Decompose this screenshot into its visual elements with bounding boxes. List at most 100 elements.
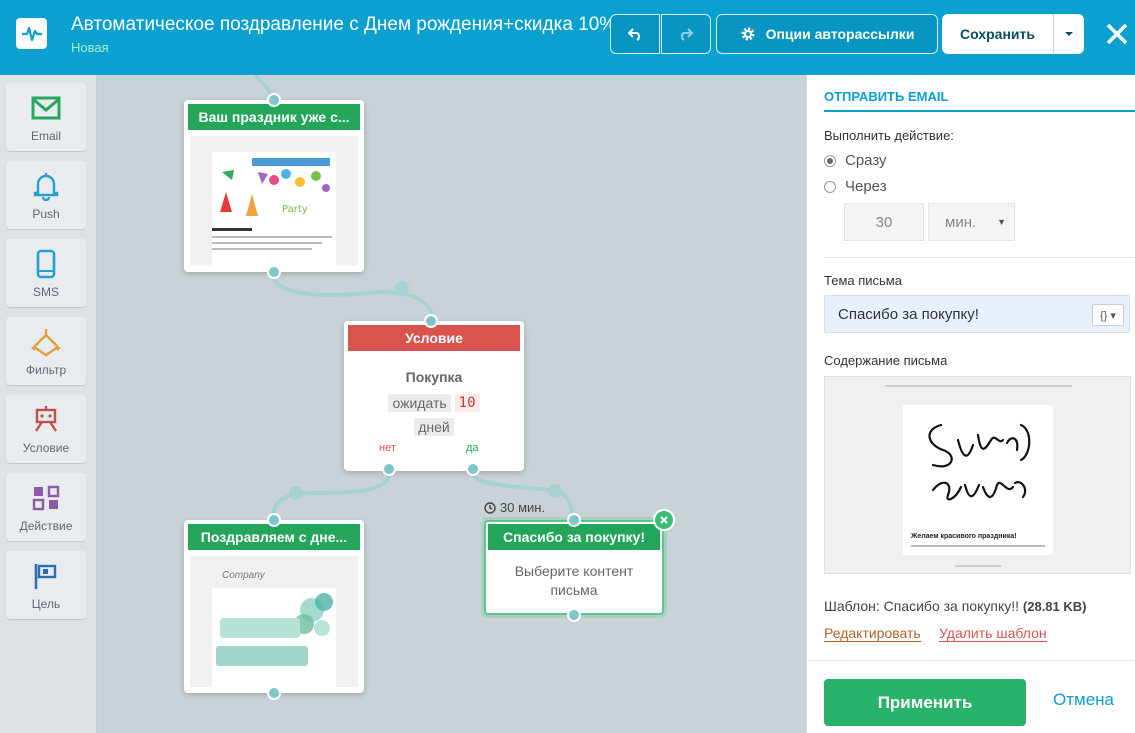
edit-template-link[interactable]: Редактировать bbox=[824, 625, 921, 642]
node-1-input-port[interactable] bbox=[267, 93, 281, 107]
tool-condition[interactable]: Условие bbox=[6, 395, 86, 463]
condition-yes-port[interactable] bbox=[466, 462, 480, 476]
delay-unit-select[interactable]: мин. ▼ bbox=[928, 203, 1015, 241]
email-content-preview[interactable]: Желаем красивого праздника! bbox=[824, 376, 1131, 574]
clock-icon bbox=[484, 501, 496, 514]
tool-filter[interactable]: Фильтр bbox=[6, 317, 86, 385]
options-button[interactable]: Опции авторассылки bbox=[716, 14, 938, 54]
condition-no-label: нет bbox=[379, 442, 396, 454]
node-3-delay-label: 30 мин. bbox=[500, 500, 546, 515]
email-node-1[interactable]: Ваш праздник уже с... Party bbox=[184, 93, 364, 279]
tool-action[interactable]: Действие bbox=[6, 473, 86, 541]
email-node-1-thumbnail: Party bbox=[190, 136, 358, 266]
radio-now[interactable]: Сразу bbox=[824, 152, 887, 169]
email-node-3-selected[interactable]: Спасибо за покупку! Выберите контент пис… bbox=[484, 509, 675, 622]
node-2-input-port[interactable] bbox=[267, 513, 281, 527]
tool-filter-label: Фильтр bbox=[25, 363, 67, 377]
delay-value-input[interactable]: 30 bbox=[844, 203, 924, 241]
tool-sms[interactable]: SMS bbox=[6, 239, 86, 307]
tool-push-label: Push bbox=[32, 207, 60, 221]
filter-icon bbox=[31, 329, 61, 357]
tool-email-label: Email bbox=[30, 129, 61, 143]
subject-input[interactable]: Спасибо за покупку! {} ▾ bbox=[824, 295, 1130, 333]
apply-button[interactable]: Применить bbox=[824, 679, 1026, 726]
panel-title-underline bbox=[824, 110, 1135, 112]
email-node-3-placeholder: Выберите контент письма bbox=[514, 563, 634, 598]
close-icon bbox=[660, 516, 668, 524]
node-3-delay: 30 мин. bbox=[484, 500, 545, 515]
undo-icon bbox=[627, 28, 641, 41]
panel-title: ОТПРАВИТЬ EMAIL bbox=[824, 89, 949, 104]
preview-card: Желаем красивого праздника! bbox=[903, 405, 1053, 555]
tool-push[interactable]: Push bbox=[6, 161, 86, 229]
email-node-2-title: Поздравляем с дне... bbox=[188, 524, 360, 550]
tool-sms-label: SMS bbox=[32, 285, 59, 299]
options-label: Опции авторассылки bbox=[765, 26, 915, 42]
node-3-output-port[interactable] bbox=[567, 608, 581, 622]
tool-action-label: Действие bbox=[19, 519, 73, 533]
condition-wait-row: ожидать 10 bbox=[344, 394, 524, 412]
tool-condition-label: Условие bbox=[22, 441, 70, 455]
email-node-3-title: Спасибо за покупку! bbox=[488, 524, 660, 550]
condition-no-port[interactable] bbox=[382, 462, 396, 476]
tool-goal[interactable]: Цель bbox=[6, 551, 86, 619]
content-label: Содержание письма bbox=[824, 353, 948, 368]
node-2-output-port[interactable] bbox=[267, 686, 281, 700]
node-3-remove-button[interactable] bbox=[653, 509, 675, 531]
settings-panel: ОТПРАВИТЬ EMAIL Выполнить действие: Сраз… bbox=[806, 75, 1135, 733]
condition-input-port[interactable] bbox=[424, 314, 438, 328]
action-icon bbox=[32, 485, 60, 511]
radio-after[interactable]: Через bbox=[824, 178, 887, 195]
template-info: Шаблон: Спасибо за покупку!! (28.81 KB) bbox=[824, 598, 1086, 614]
node-1-output-port[interactable] bbox=[267, 265, 281, 279]
thank-you-handwriting-illustration bbox=[928, 423, 1031, 501]
tool-email[interactable]: Email bbox=[6, 83, 86, 151]
radio-now-dot[interactable] bbox=[824, 154, 836, 167]
chevron-down-icon: ▼ bbox=[997, 217, 1006, 227]
cancel-button[interactable]: Отмена bbox=[1053, 690, 1114, 710]
page-title[interactable]: Автоматическое поздравление с Днем рожде… bbox=[71, 14, 616, 36]
save-dropdown-button[interactable] bbox=[1053, 14, 1084, 54]
thumbnail-content bbox=[212, 588, 336, 687]
bell-icon bbox=[33, 173, 59, 201]
preview-footer-line bbox=[955, 565, 1001, 567]
condition-event: Покупка bbox=[405, 369, 463, 385]
condition-wait-label: ожидать bbox=[388, 394, 451, 412]
template-name: Шаблон: Спасибо за покупку!! bbox=[824, 598, 1020, 614]
app-logo-icon[interactable] bbox=[16, 18, 47, 49]
gear-icon bbox=[741, 27, 755, 41]
condition-node[interactable]: Условие Покупка ожидать 10 дней нет да bbox=[344, 314, 524, 476]
party-illustration: Party bbox=[212, 158, 332, 250]
envelope-icon bbox=[31, 96, 61, 120]
condition-yes-label: да bbox=[466, 442, 479, 454]
delete-template-link[interactable]: Удалить шаблон bbox=[939, 625, 1047, 642]
radio-after-dot[interactable] bbox=[824, 180, 836, 193]
thumbnail-company-label: Company bbox=[222, 570, 265, 581]
condition-unit-row: дней bbox=[344, 418, 524, 436]
happy-birthday-illustration bbox=[216, 593, 333, 666]
undo-button[interactable] bbox=[610, 14, 660, 54]
svg-text:Party: Party bbox=[282, 204, 308, 215]
close-icon[interactable] bbox=[1101, 18, 1133, 50]
preview-header-line bbox=[885, 385, 1072, 387]
divider bbox=[824, 257, 1135, 258]
phone-icon bbox=[36, 249, 56, 279]
radio-after-label: Через bbox=[845, 178, 887, 195]
email-node-2-thumbnail: Company bbox=[190, 556, 358, 687]
condition-node-title: Условие bbox=[348, 325, 520, 351]
radio-now-label: Сразу bbox=[845, 152, 887, 169]
node-3-input-port[interactable] bbox=[567, 513, 581, 527]
header-bar: Автоматическое поздравление с Днем рожде… bbox=[0, 0, 1135, 75]
template-size: (28.81 KB) bbox=[1022, 599, 1087, 614]
tool-palette: Email Push SMS Фильтр Условие Действие Ц… bbox=[0, 75, 97, 733]
condition-unit: дней bbox=[414, 418, 454, 436]
save-button[interactable]: Сохранить bbox=[942, 14, 1053, 54]
insert-variable-button[interactable]: {} ▾ bbox=[1092, 304, 1124, 326]
status-badge: Новая bbox=[71, 40, 109, 55]
email-node-2[interactable]: Поздравляем с дне... Company bbox=[184, 513, 364, 700]
redo-button[interactable] bbox=[661, 14, 711, 54]
flow-canvas[interactable]: Ваш праздник уже с... Party Условие Поку… bbox=[97, 75, 806, 733]
email-node-1-title: Ваш праздник уже с... bbox=[188, 104, 360, 130]
condition-icon bbox=[35, 406, 57, 432]
